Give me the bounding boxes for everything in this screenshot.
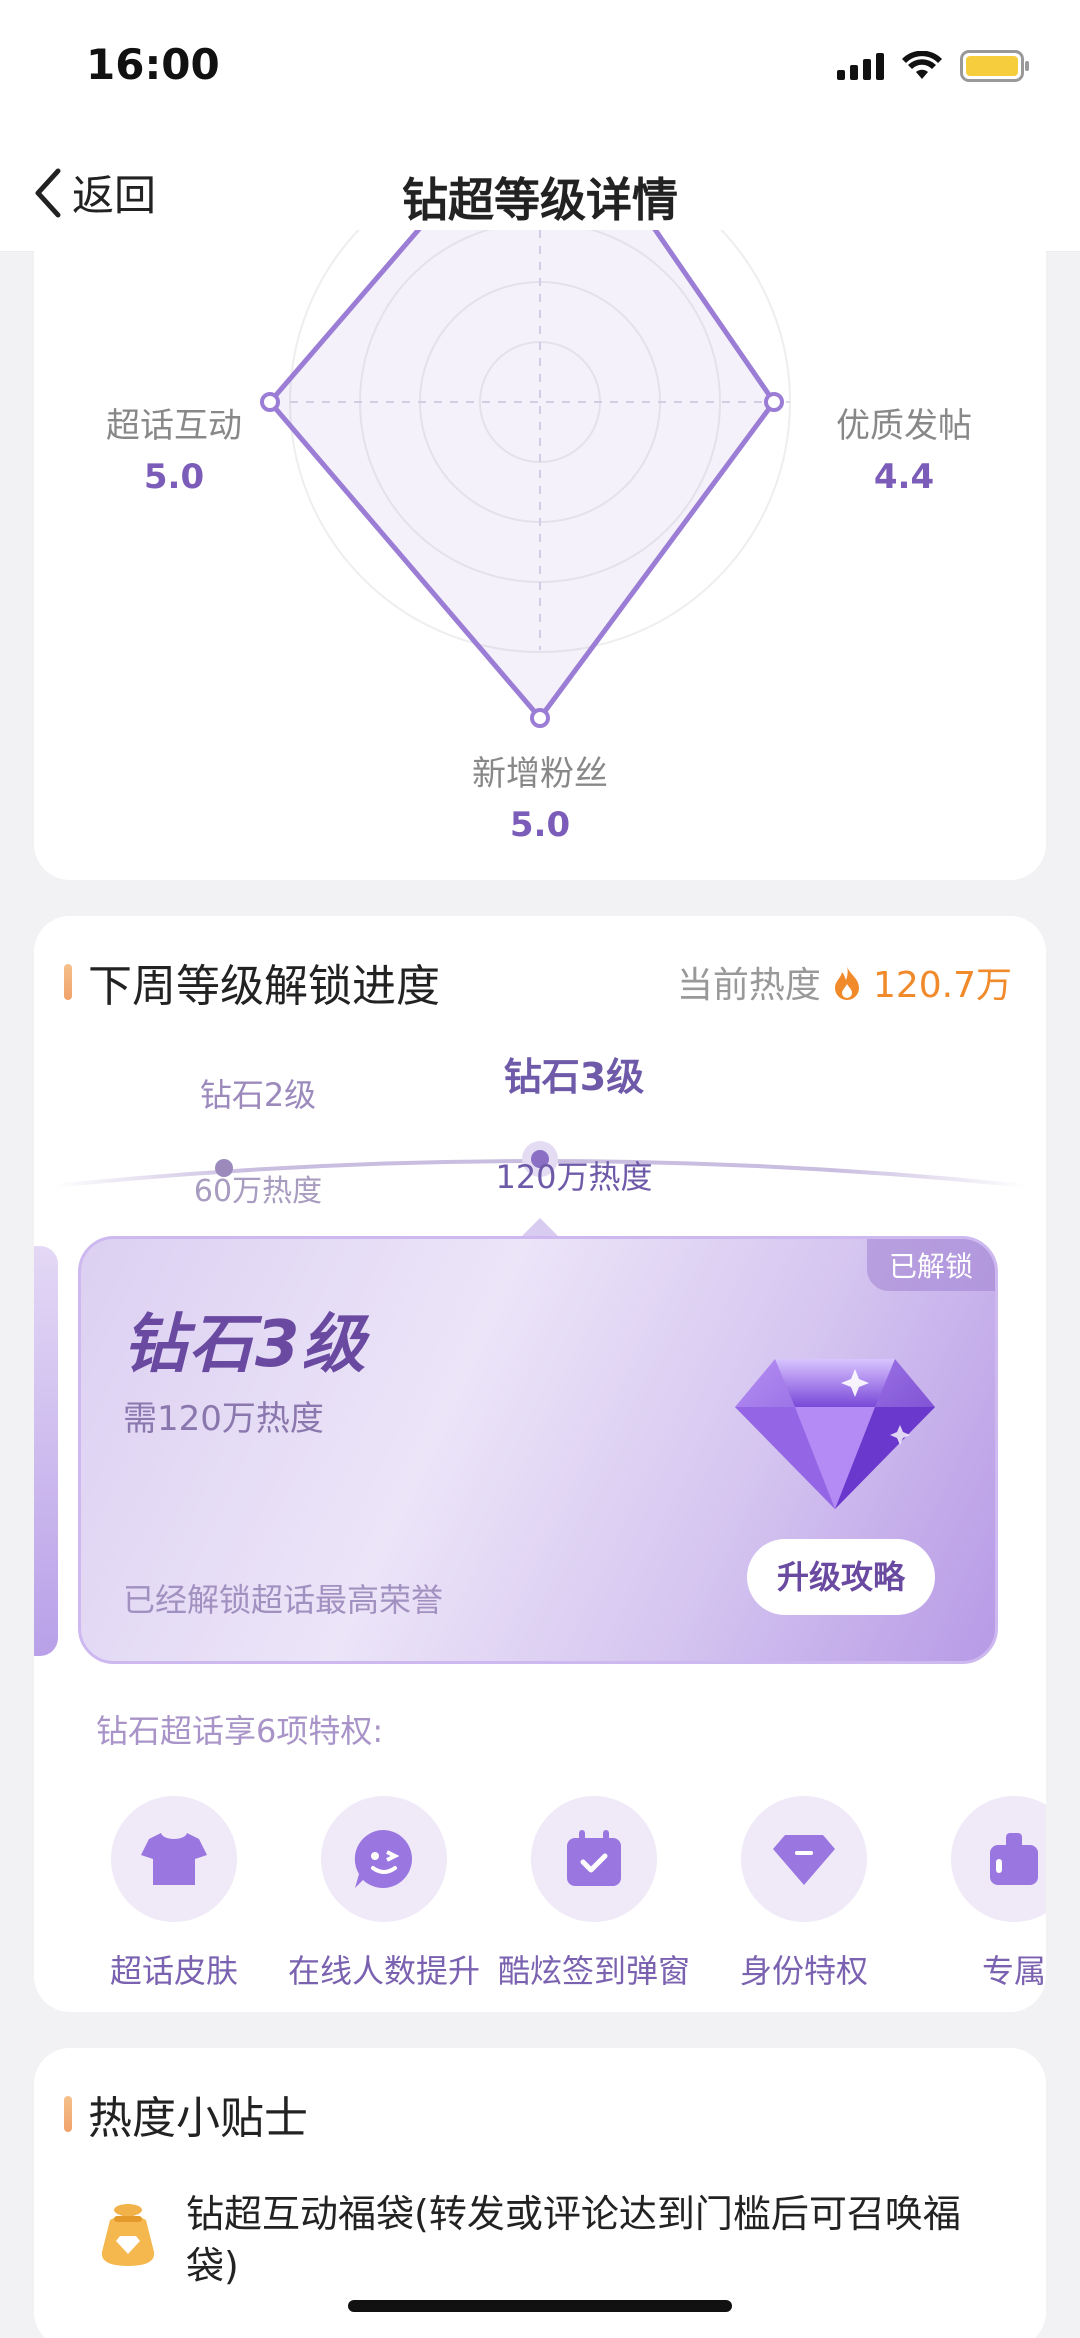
perk-list: 超话皮肤 在线人数提升 酷炫签到弹窗 身份特权 专属 <box>84 1796 1046 1996</box>
radar-axis-interaction: 超话互动 5.0 <box>74 398 274 497</box>
section-marker <box>64 964 72 1000</box>
banner-level-title: 钻石3级 <box>123 1308 368 1382</box>
perk-caption: 钻石超话享6项特权: <box>96 1712 384 1750</box>
wifi-icon <box>902 51 942 79</box>
heat-value: 120.7万 <box>872 965 1012 1006</box>
calendar-check-icon <box>567 1830 621 1886</box>
flame-icon <box>834 966 859 1000</box>
level-progress-card: 下周等级解锁进度 当前热度 120.7万 钻石2级 60万热度 钻石3级 120… <box>34 916 1046 2012</box>
battery-icon <box>960 50 1029 82</box>
status-time: 16:00 <box>86 40 220 89</box>
diamond-icon <box>735 1359 935 1509</box>
perk-label: 超话皮肤 <box>109 1952 238 1990</box>
level-2-heat: 60万热度 <box>193 1174 323 1209</box>
radar-point-fans <box>530 708 550 728</box>
section-marker <box>64 2096 72 2132</box>
axis-value: 5.0 <box>143 457 205 497</box>
perk-label: 在线人数提升 <box>287 1952 480 1990</box>
page-title: 钻超等级详情 <box>402 173 678 227</box>
perk-item[interactable]: 超话皮肤 <box>84 1796 274 1992</box>
chat-bubble-icon <box>354 1829 412 1888</box>
level-2-name[interactable]: 钻石2级 <box>138 1070 378 1116</box>
perk-item[interactable]: 专属 <box>914 1796 1046 1992</box>
level-3-heat: 120万热度 <box>495 1158 653 1196</box>
status-icons <box>837 50 1029 82</box>
perk-label: 酷炫签到弹窗 <box>497 1952 690 1990</box>
axis-value: 4.4 <box>873 457 935 497</box>
perk-icon-wrap <box>741 1796 867 1922</box>
axis-name: 新增粉丝 <box>472 754 608 794</box>
radar-point-posting <box>764 392 784 412</box>
status-bar: 16:00 <box>0 0 1080 140</box>
banner-description: 已经解锁超话最高荣誉 <box>123 1581 444 1619</box>
section-header: 热度小贴士 <box>64 2082 308 2146</box>
perk-label: 身份特权 <box>739 1952 868 1990</box>
perk-item[interactable]: 身份特权 <box>704 1796 904 1992</box>
current-heat: 当前热度 120.7万 <box>677 956 1012 1008</box>
level-banner[interactable]: 已解锁 钻石3级 需120万热度 已经解锁超话最高荣誉 升级攻略 <box>78 1236 998 1664</box>
radar-axis-fans: 新增粉丝 5.0 <box>440 746 640 845</box>
level-3-name[interactable]: 钻石3级 <box>454 1046 694 1101</box>
heat-tips-card: 热度小贴士 钻超互动福袋(转发或评论达到门槛后可召唤福袋) <box>34 2048 1046 2338</box>
axis-value: 5.0 <box>509 805 571 845</box>
radar-area <box>267 230 777 721</box>
section-header: 下周等级解锁进度 <box>64 950 440 1014</box>
banner-requirement: 需120万热度 <box>123 1399 324 1439</box>
banner-pointer <box>520 1218 560 1238</box>
upgrade-guide-button[interactable]: 升级攻略 <box>747 1539 935 1615</box>
tip-item[interactable]: 钻超互动福袋(转发或评论达到门槛后可召唤福袋) <box>96 2188 1006 2292</box>
perk-item[interactable]: 在线人数提升 <box>284 1796 484 1992</box>
lucky-bag-icon <box>101 2204 155 2266</box>
perk-label: 专属 <box>981 1952 1046 1990</box>
perk-icon-wrap <box>321 1796 447 1922</box>
signal-icon <box>837 52 884 80</box>
tip-text: 钻超互动福袋(转发或评论达到门槛后可召唤福袋) <box>186 2192 961 2288</box>
perk-icon-wrap <box>951 1796 1046 1922</box>
home-indicator <box>348 2300 732 2312</box>
section-title: 热度小贴士 <box>88 2093 308 2144</box>
shirt-icon <box>141 1833 207 1885</box>
radar-axis-posting: 优质发帖 4.4 <box>804 398 1004 497</box>
axis-name: 优质发帖 <box>836 406 972 446</box>
radar-card: 超话互动 5.0 优质发帖 4.4 新增粉丝 5.0 <box>34 230 1046 880</box>
perk-icon-wrap <box>111 1796 237 1922</box>
heat-label: 当前热度 <box>676 965 821 1006</box>
previous-level-card[interactable] <box>34 1246 58 1656</box>
diamond-badge-icon <box>773 1835 835 1885</box>
perk-item[interactable]: 酷炫签到弹窗 <box>494 1796 694 1992</box>
perk-icon-wrap <box>531 1796 657 1922</box>
unlocked-badge: 已解锁 <box>866 1239 995 1291</box>
exclusive-icon <box>990 1833 1038 1885</box>
section-title: 下周等级解锁进度 <box>88 961 440 1012</box>
axis-name: 超话互动 <box>106 406 242 446</box>
